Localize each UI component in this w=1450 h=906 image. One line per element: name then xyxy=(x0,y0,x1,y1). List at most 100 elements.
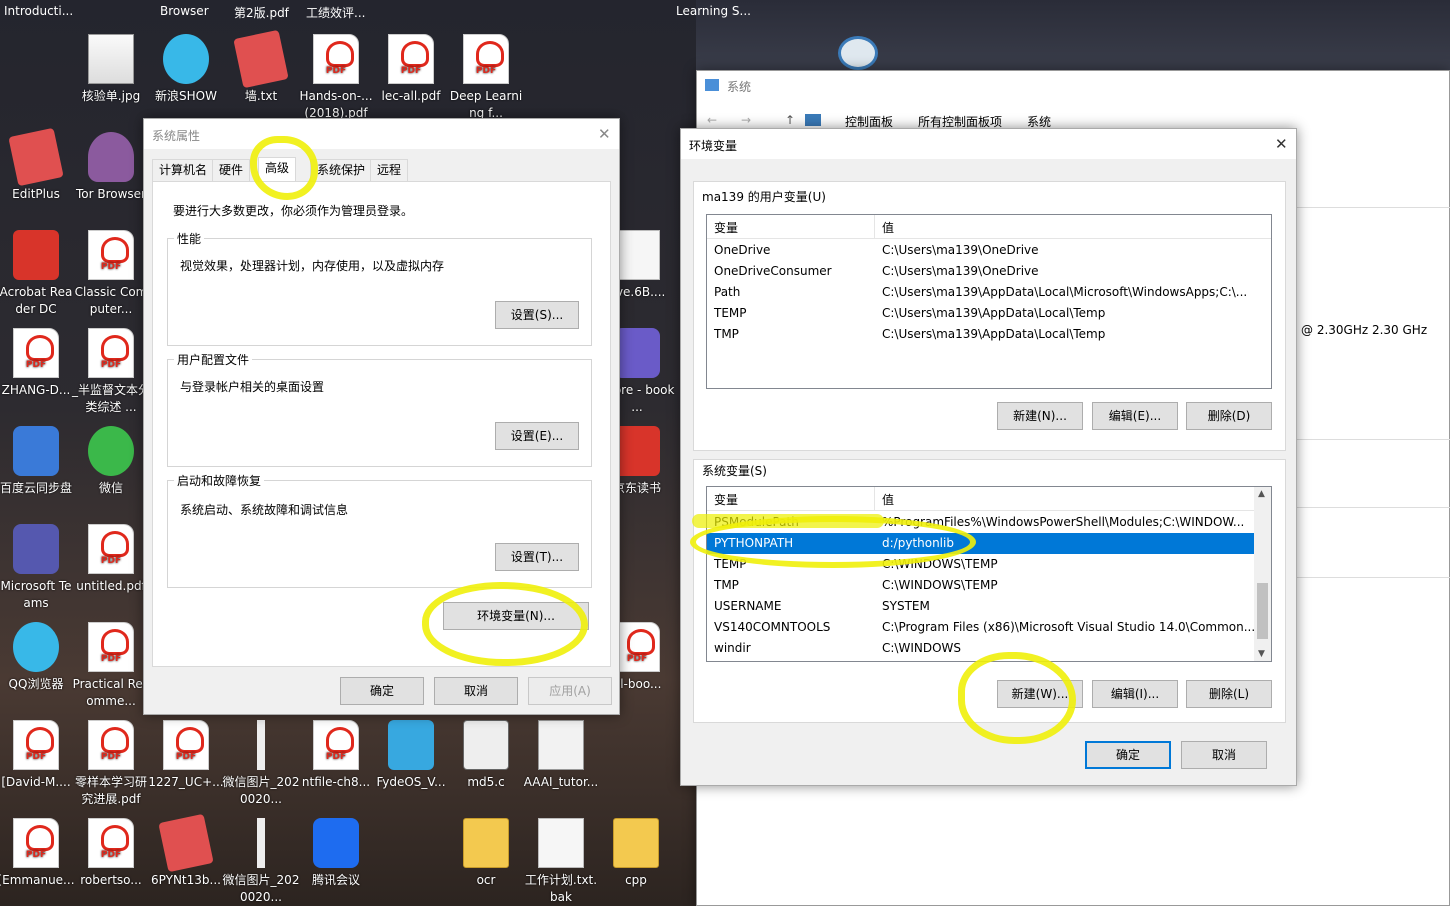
env-cancel-button[interactable]: 取消 xyxy=(1181,741,1267,769)
desktop-icon[interactable]: [Emmanue... xyxy=(0,818,75,889)
desktop-top-label-4[interactable]: 工绩效评... xyxy=(306,4,365,21)
tab-computer-name[interactable]: 计算机名 xyxy=(152,159,215,181)
desktop-icon[interactable]: AAAI_tutor... xyxy=(522,720,600,791)
desktop-icon[interactable]: robertso... xyxy=(72,818,150,889)
desktop-icon[interactable]: cpp xyxy=(597,818,675,889)
desktop-icon[interactable]: 新浪SHOW xyxy=(147,34,225,105)
desktop-top-label-2[interactable]: Browser xyxy=(160,4,209,18)
system-edit-button[interactable]: 编辑(I)... xyxy=(1092,680,1178,708)
list-row[interactable]: OneDrive C:\Users\ma139\OneDrive xyxy=(707,240,1254,261)
user-profile-settings-button[interactable]: 设置(E)... xyxy=(495,422,579,450)
nav-forward-icon[interactable]: → xyxy=(741,113,751,127)
tab-hardware[interactable]: 硬件 xyxy=(212,159,251,181)
desktop-icon[interactable]: ZHANG-D... xyxy=(0,328,75,399)
performance-settings-button[interactable]: 设置(S)... xyxy=(495,301,579,329)
desktop-icon[interactable]: 核验单.jpg xyxy=(72,34,150,105)
user-vars-list[interactable]: 变量 值 OneDrive C:\Users\ma139\OneDrive OneD… xyxy=(706,214,1272,389)
user-edit-button[interactable]: 编辑(E)... xyxy=(1092,402,1178,430)
apply-button[interactable]: 应用(A) xyxy=(528,677,612,705)
list-row[interactable]: USERNAME SYSTEM xyxy=(707,596,1254,617)
close-icon[interactable]: ✕ xyxy=(1275,135,1288,153)
app-icon xyxy=(614,328,660,378)
cancel-button[interactable]: 取消 xyxy=(434,677,518,705)
ok-button[interactable]: 确定 xyxy=(340,677,424,705)
desktop-icon[interactable]: Classic Computer... xyxy=(72,230,150,318)
desktop-icon[interactable]: Tor Browser xyxy=(72,132,150,203)
desktop-icon-label: Acrobat Reader DC xyxy=(0,285,73,316)
desktop-icon-label: 6PYNt13b... xyxy=(151,873,221,887)
close-icon[interactable]: ✕ xyxy=(598,125,611,143)
scrollbar-thumb[interactable] xyxy=(1257,583,1268,639)
tab-system-protection[interactable]: 系统保护 xyxy=(310,159,373,181)
list-row[interactable]: TEMP C:\Users\ma139\AppData\Local\Temp xyxy=(707,303,1254,324)
desktop-icon[interactable]: Deep Learning f... xyxy=(447,34,525,122)
folder-icon xyxy=(613,818,659,868)
scroll-down-icon[interactable]: ▼ xyxy=(1258,649,1265,659)
scrollbar[interactable]: ▲ ▼ xyxy=(1254,487,1271,661)
desktop-icon-label: cpp xyxy=(625,873,647,887)
desktop-icon[interactable]: EditPlus xyxy=(0,127,75,203)
list-row[interactable]: TMP C:\Users\ma139\AppData\Local\Temp xyxy=(707,324,1254,345)
desktop-icon[interactable]: 微信图片_2020020... xyxy=(222,720,300,808)
wallpaper-sky xyxy=(696,0,1450,70)
desktop-icon[interactable]: QQ浏览器 xyxy=(0,622,75,693)
startup-settings-button[interactable]: 设置(T)... xyxy=(495,543,579,571)
list-row[interactable]: Path C:\Users\ma139\AppData\Local\Microso… xyxy=(707,282,1254,303)
desktop-icon-label: [Emmanue... xyxy=(0,873,75,887)
scroll-up-icon[interactable]: ▲ xyxy=(1258,489,1265,499)
app-icon xyxy=(13,426,59,476)
desktop-icon[interactable]: md5.c xyxy=(447,720,525,791)
list-row[interactable]: OneDriveConsumer C:\Users\ma139\OneDrive xyxy=(707,261,1254,282)
desktop-icon-label: AAAI_tutor... xyxy=(523,775,599,789)
system-vars-list[interactable]: 变量 值 PSModulePath%ProgramFiles%\WindowsP… xyxy=(706,486,1272,662)
desktop-icon[interactable]: 工作计划.txt.bak xyxy=(522,818,600,906)
desktop-icon[interactable]: 零样本学习研究进展.pdf xyxy=(72,720,150,808)
column-value[interactable]: 值 xyxy=(882,491,894,508)
desktop-icon[interactable]: [David-M.... xyxy=(0,720,75,791)
desktop-icon[interactable]: 6PYNt13b... xyxy=(147,813,225,889)
column-variable[interactable]: 变量 xyxy=(714,491,738,508)
desktop-icon[interactable]: _半监督文本分类综述 ... xyxy=(72,328,150,416)
list-row[interactable]: TMP C:\WINDOWS\TEMP xyxy=(707,575,1254,596)
variable-value: C:\Users\ma139\AppData\Local\Microsoft\W… xyxy=(882,285,1248,299)
app-icon xyxy=(614,426,660,476)
desktop-icon[interactable]: lec-all.pdf xyxy=(372,34,450,105)
desktop-icon[interactable]: FydeOS_V... xyxy=(372,720,450,791)
divider xyxy=(1297,577,1450,578)
user-new-button[interactable]: 新建(N)... xyxy=(997,402,1083,430)
column-variable[interactable]: 变量 xyxy=(714,219,738,236)
pdf-file-icon xyxy=(163,720,209,770)
nav-up-icon[interactable]: ↑ xyxy=(785,113,795,127)
desktop-icon[interactable]: 微信 xyxy=(72,426,150,497)
desktop-icon[interactable]: 腾讯会议 xyxy=(297,818,375,889)
desktop-top-label-3[interactable]: 第2版.pdf xyxy=(234,4,289,21)
system-window-icon xyxy=(705,79,719,91)
desktop-icon[interactable]: 墙.txt xyxy=(222,29,300,105)
desktop-icon[interactable]: 1227_UC+... xyxy=(147,720,225,791)
desktop-icon[interactable]: Microsoft Teams xyxy=(0,524,75,612)
desktop-icon-label: ocr xyxy=(476,873,496,887)
desktop-icon[interactable]: ocr xyxy=(447,818,525,889)
app-icon xyxy=(257,818,265,868)
app-icon xyxy=(313,818,359,868)
desktop-icon[interactable]: Practical Recomme... xyxy=(72,622,150,710)
column-value[interactable]: 值 xyxy=(882,219,894,236)
user-vars-group-title: ma139 的用户变量(U) xyxy=(702,190,826,204)
desktop-icon[interactable]: 百度云同步盘 xyxy=(0,426,75,497)
eye-app-icon[interactable] xyxy=(838,36,878,70)
system-delete-button[interactable]: 删除(L) xyxy=(1186,680,1272,708)
desktop-top-label-5[interactable]: Learning S... xyxy=(676,4,751,18)
desktop-icon[interactable]: Hands-on-...(2018).pdf xyxy=(297,34,375,122)
nav-back-icon[interactable]: ← xyxy=(707,113,717,127)
desktop-icon[interactable]: Acrobat Reader DC xyxy=(0,230,75,318)
desktop-icon[interactable]: 微信图片_2020020... xyxy=(222,818,300,906)
desktop-icon-label: md5.c xyxy=(467,775,505,789)
desktop-icon[interactable]: untitled.pdf xyxy=(72,524,150,595)
tab-remote[interactable]: 远程 xyxy=(370,159,409,181)
desktop-icon[interactable]: ntfile-ch8... xyxy=(297,720,375,791)
desktop-top-label-1[interactable]: Introducti... xyxy=(4,4,73,18)
env-ok-button[interactable]: 确定 xyxy=(1085,741,1171,769)
list-row[interactable]: VS140COMNTOOLS C:\Program Files (x86)\Mic… xyxy=(707,617,1255,638)
list-row[interactable]: windir C:\WINDOWS xyxy=(707,638,1254,659)
user-delete-button[interactable]: 删除(D) xyxy=(1186,402,1272,430)
